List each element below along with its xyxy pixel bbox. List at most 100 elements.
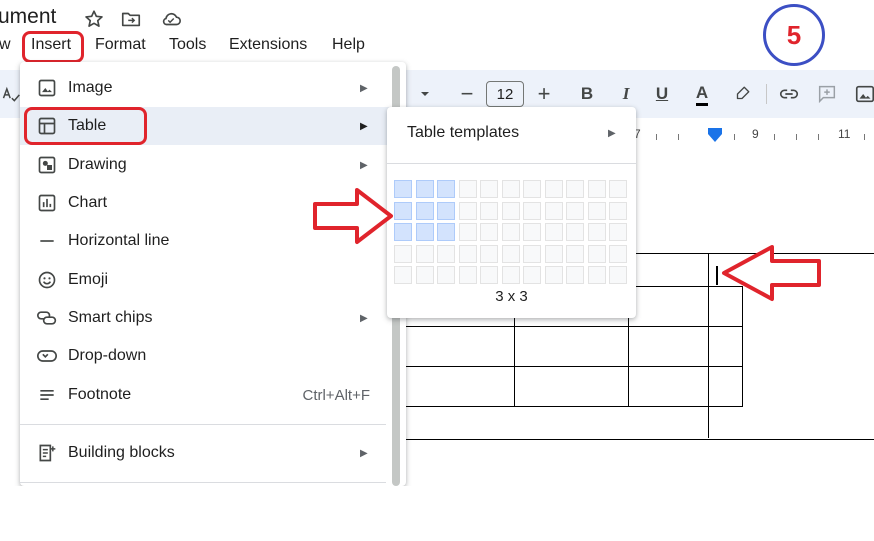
table-grid-cell[interactable]: [501, 180, 520, 198]
table-grid-cell[interactable]: [523, 201, 541, 220]
menu-item-image[interactable]: Image ▶: [20, 69, 396, 107]
menu-help[interactable]: Help: [332, 36, 365, 54]
table-grid-cell[interactable]: [566, 223, 584, 241]
table-cell[interactable]: [514, 326, 629, 367]
table-row: [400, 366, 743, 407]
table-grid-cell[interactable]: [480, 180, 498, 198]
footnote-icon: [36, 384, 58, 406]
table-grid-cell[interactable]: [609, 201, 627, 220]
table-grid-cell[interactable]: [415, 180, 434, 198]
menu-format[interactable]: Format: [95, 36, 146, 54]
document-title[interactable]: ument: [0, 5, 56, 29]
table-grid-cell[interactable]: [609, 266, 627, 284]
table-grid-cell[interactable]: [587, 180, 606, 198]
table-grid-cell[interactable]: [394, 266, 412, 284]
table-grid-cell[interactable]: [501, 266, 520, 284]
star-icon[interactable]: [83, 8, 105, 30]
table-grid-cell[interactable]: [523, 180, 541, 198]
table-grid-cell[interactable]: [437, 244, 455, 263]
table-grid-cell[interactable]: [587, 223, 606, 241]
table-grid-cell[interactable]: [480, 244, 498, 263]
emoji-icon: [36, 269, 58, 291]
table-grid-cell[interactable]: [394, 223, 412, 241]
table-grid-cell[interactable]: [609, 180, 627, 198]
table-grid-cell[interactable]: [458, 244, 477, 263]
table-grid-cell[interactable]: [480, 266, 498, 284]
menu-item-footnote[interactable]: Footnote Ctrl+Alt+F: [20, 376, 396, 414]
table-grid-cell[interactable]: [501, 201, 520, 220]
table-grid-cell[interactable]: [544, 223, 563, 241]
spellcheck-icon[interactable]: [0, 70, 22, 118]
table-grid-cell[interactable]: [544, 244, 563, 263]
table-grid-cell[interactable]: [458, 201, 477, 220]
table-grid-cell[interactable]: [566, 266, 584, 284]
menu-extensions[interactable]: Extensions: [229, 36, 307, 54]
table-cell[interactable]: [400, 326, 515, 367]
menu-item-label: Drop-down: [68, 347, 147, 364]
table-cell[interactable]: [400, 366, 515, 407]
table-grid-cell[interactable]: [544, 201, 563, 220]
table-grid-cell[interactable]: [609, 223, 627, 241]
table-grid-cell[interactable]: [394, 244, 412, 263]
font-size-input[interactable]: 12: [486, 81, 524, 107]
table-grid-cell[interactable]: [587, 201, 606, 220]
table-grid-cell[interactable]: [566, 244, 584, 263]
menu-item-drawing[interactable]: Drawing ▶: [20, 146, 396, 184]
add-comment-icon[interactable]: [815, 70, 839, 118]
table-grid-cell[interactable]: [437, 266, 455, 284]
table-grid-cell[interactable]: [523, 244, 541, 263]
table-grid-cell[interactable]: [501, 223, 520, 241]
table-grid-cell[interactable]: [480, 201, 498, 220]
table-templates-item[interactable]: Table templates: [407, 124, 519, 142]
underline-button[interactable]: U: [651, 70, 673, 118]
table-grid-cell[interactable]: [544, 180, 563, 198]
table-grid-cell[interactable]: [609, 244, 627, 263]
table-grid-cell[interactable]: [415, 201, 434, 220]
left-arrow-annotation: [722, 245, 821, 301]
table-highlight-box: [24, 107, 147, 145]
menu-item-label: Horizontal line: [68, 232, 170, 249]
menu-divider: [20, 482, 386, 483]
table-grid-cell[interactable]: [394, 180, 412, 198]
table-grid-cell[interactable]: [458, 266, 477, 284]
submenu-arrow-icon: ▶: [360, 447, 368, 459]
insert-link-icon[interactable]: [777, 70, 801, 118]
cloud-status-icon[interactable]: [159, 8, 181, 30]
table-grid-cell[interactable]: [415, 266, 434, 284]
horizontal-line-icon: [36, 230, 58, 252]
tab-stop-icon[interactable]: [708, 134, 722, 142]
menu-item-building-blocks[interactable]: Building blocks ▶: [20, 434, 396, 472]
table-grid-cell[interactable]: [566, 180, 584, 198]
table-grid-cell[interactable]: [437, 180, 455, 198]
menu-item-smart-chips[interactable]: Smart chips ▶: [20, 299, 396, 337]
table-grid-cell[interactable]: [415, 223, 434, 241]
menu-item-shortcut: Ctrl+Alt+F: [302, 386, 370, 404]
table-grid-cell[interactable]: [458, 223, 477, 241]
step-number-badge: 5: [763, 4, 825, 66]
table-grid-cell[interactable]: [523, 223, 541, 241]
menu-view[interactable]: w: [0, 36, 11, 54]
folder-move-icon[interactable]: [120, 8, 142, 30]
menu-tools[interactable]: Tools: [169, 36, 206, 54]
table-cell[interactable]: [514, 366, 629, 407]
submenu-divider: [387, 163, 636, 164]
table-grid-cell[interactable]: [544, 266, 563, 284]
text-color-button[interactable]: A: [691, 70, 713, 118]
table-grid-cell[interactable]: [437, 223, 455, 241]
menu-item-drop-down[interactable]: Drop-down: [20, 337, 396, 375]
table-grid-cell[interactable]: [394, 201, 412, 220]
table-grid-cell[interactable]: [501, 244, 520, 263]
table-grid-cell[interactable]: [587, 244, 606, 263]
table-grid-cell[interactable]: [587, 266, 606, 284]
highlight-color-icon[interactable]: [731, 70, 753, 118]
menu-item-emoji[interactable]: Emoji: [20, 261, 396, 299]
table-grid-cell[interactable]: [523, 266, 541, 284]
table-grid-cell[interactable]: [480, 223, 498, 241]
table-grid-cell[interactable]: [415, 244, 434, 263]
table-grid-cell[interactable]: [458, 180, 477, 198]
table-grid-cell[interactable]: [566, 201, 584, 220]
table-grid-cell[interactable]: [437, 201, 455, 220]
table-cell[interactable]: [628, 366, 743, 407]
insert-image-icon[interactable]: [853, 70, 874, 118]
table-cell[interactable]: [628, 326, 743, 367]
